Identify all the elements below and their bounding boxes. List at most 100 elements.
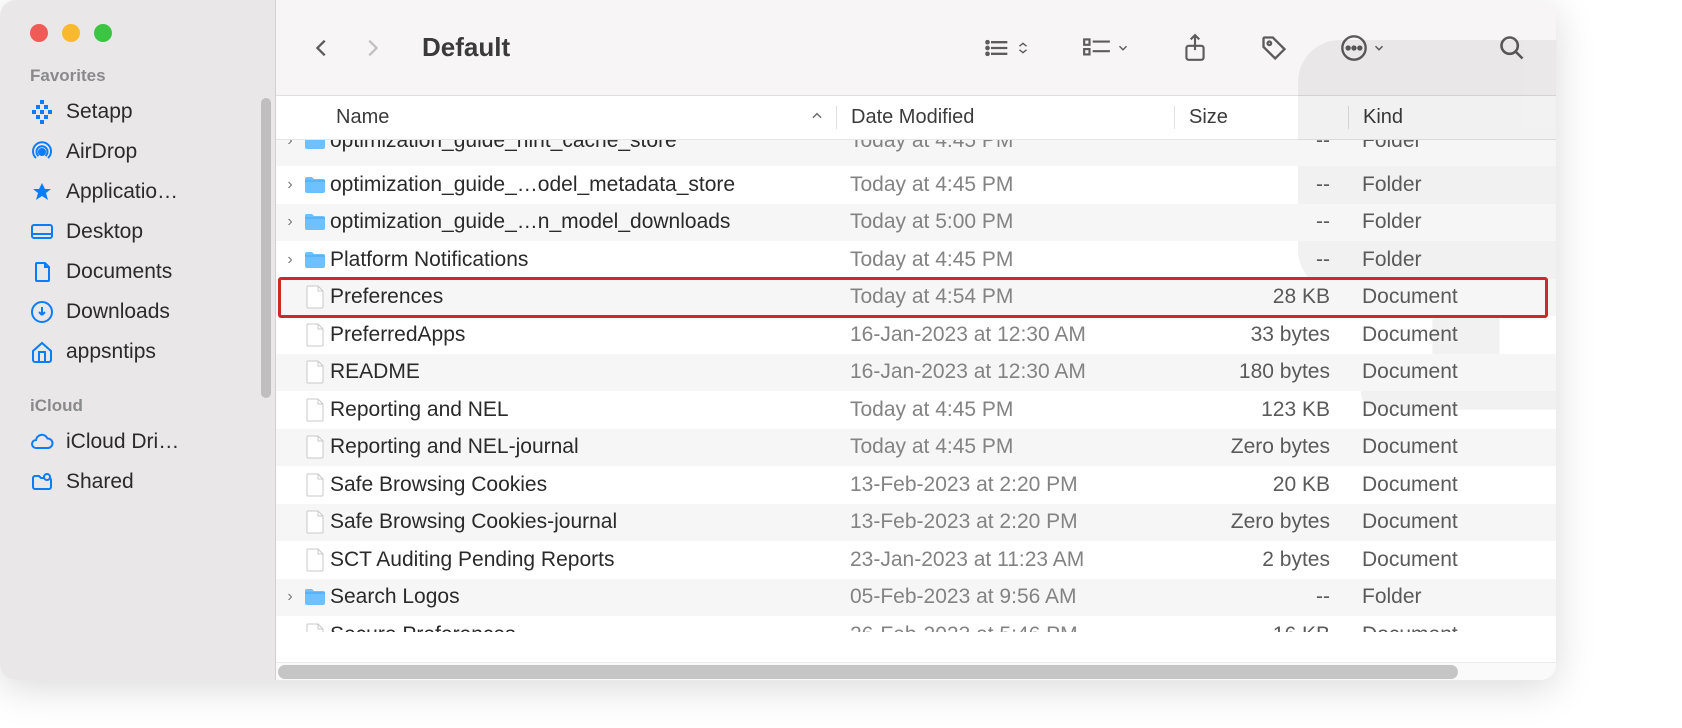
view-list-button[interactable] xyxy=(984,34,1030,62)
file-name: Safe Browsing Cookies xyxy=(330,473,836,497)
column-name[interactable]: Name xyxy=(336,106,836,129)
file-row[interactable]: ›Search Logos05-Feb-2023 at 9:56 AM--Fol… xyxy=(276,579,1556,617)
file-date: Today at 4:45 PM xyxy=(836,435,1174,459)
sidebar-item-desktop[interactable]: Desktop xyxy=(0,212,265,252)
file-row[interactable]: README16-Jan-2023 at 12:30 AM180 bytesDo… xyxy=(276,354,1556,392)
scrollbar-thumb[interactable] xyxy=(278,665,1458,679)
document-icon xyxy=(300,323,330,347)
sidebar-item-label: Applicatio… xyxy=(66,180,265,204)
disclosure-triangle[interactable]: › xyxy=(280,251,300,269)
desktop-icon xyxy=(30,220,54,244)
file-size: 20 KB xyxy=(1174,473,1348,497)
group-button[interactable] xyxy=(1082,34,1130,62)
disclosure-triangle[interactable]: › xyxy=(280,213,300,231)
document-icon xyxy=(300,360,330,384)
file-name: Reporting and NEL-journal xyxy=(330,435,836,459)
window-title: Default xyxy=(422,32,966,63)
tag-button[interactable] xyxy=(1260,34,1288,62)
sidebar-item-documents[interactable]: Documents xyxy=(0,252,265,292)
file-size: 28 KB xyxy=(1174,285,1348,309)
sidebar-item-airdrop[interactable]: AirDrop xyxy=(0,132,265,172)
disclosure-triangle[interactable]: › xyxy=(280,140,300,150)
back-button[interactable] xyxy=(306,32,338,64)
file-size: 16 KB xyxy=(1174,623,1348,632)
column-date[interactable]: Date Modified xyxy=(836,106,1174,129)
more-button[interactable] xyxy=(1340,34,1386,62)
sidebar: Favorites Setapp AirDrop Applicatio… xyxy=(0,0,276,680)
sidebar-item-label: Desktop xyxy=(66,220,265,244)
file-date: Today at 5:00 PM xyxy=(836,210,1174,234)
toolbar: Default xyxy=(276,0,1556,96)
file-date: Today at 4:45 PM xyxy=(836,398,1174,422)
folder-icon xyxy=(300,250,330,270)
document-icon xyxy=(300,398,330,422)
shared-icon xyxy=(30,470,54,494)
disclosure-triangle[interactable]: › xyxy=(280,176,300,194)
file-row[interactable]: Secure Preferences26-Feb-2023 at 5:46 PM… xyxy=(276,616,1556,632)
share-button[interactable] xyxy=(1182,33,1208,63)
close-button[interactable] xyxy=(30,24,48,42)
downloads-icon xyxy=(30,300,54,324)
sidebar-item-downloads[interactable]: Downloads xyxy=(0,292,265,332)
document-icon xyxy=(300,510,330,534)
document-icon xyxy=(300,623,330,632)
file-row[interactable]: ›optimization_guide_hint_cache_storeToda… xyxy=(276,140,1556,166)
sidebar-item-label: AirDrop xyxy=(66,140,265,164)
sidebar-list-icloud: iCloud Dri… Shared xyxy=(0,422,275,502)
file-date: 26-Feb-2023 at 5:46 PM xyxy=(836,623,1174,632)
search-button[interactable] xyxy=(1498,34,1526,62)
file-name: optimization_guide_…odel_metadata_store xyxy=(330,173,836,197)
document-icon xyxy=(300,435,330,459)
file-date: Today at 4:45 PM xyxy=(836,173,1174,197)
file-row[interactable]: › optimization_guide_…odel_metadata_store… xyxy=(276,166,1556,204)
icloud-icon xyxy=(30,430,54,454)
forward-button[interactable] xyxy=(356,32,388,64)
folder-icon xyxy=(300,587,330,607)
file-row[interactable]: Reporting and NEL-journalToday at 4:45 P… xyxy=(276,429,1556,467)
file-kind: Document xyxy=(1348,323,1556,347)
file-kind: Folder xyxy=(1348,248,1556,272)
column-kind[interactable]: Kind xyxy=(1348,106,1556,129)
horizontal-scrollbar[interactable] xyxy=(276,662,1556,680)
main-panel: Default xyxy=(276,0,1556,680)
setapp-icon xyxy=(30,100,54,124)
column-size[interactable]: Size xyxy=(1174,106,1348,129)
disclosure-triangle[interactable]: › xyxy=(280,588,300,606)
file-kind: Document xyxy=(1348,435,1556,459)
file-date: Today at 4:54 PM xyxy=(836,285,1174,309)
minimize-button[interactable] xyxy=(62,24,80,42)
file-row[interactable]: SCT Auditing Pending Reports23-Jan-2023 … xyxy=(276,541,1556,579)
file-row[interactable]: Safe Browsing Cookies-journal13-Feb-2023… xyxy=(276,504,1556,542)
column-header: Name Date Modified Size Kind xyxy=(276,96,1556,140)
file-name: README xyxy=(330,360,836,384)
file-kind: Folder xyxy=(1348,585,1556,609)
file-list: ›optimization_guide_hint_cache_storeToda… xyxy=(276,140,1556,632)
column-name-label: Name xyxy=(336,106,389,129)
documents-icon xyxy=(30,260,54,284)
sidebar-item-icloud-drive[interactable]: iCloud Dri… xyxy=(0,422,265,462)
sidebar-item-label: Shared xyxy=(66,470,265,494)
file-name: Reporting and NEL xyxy=(330,398,836,422)
sidebar-item-shared[interactable]: Shared xyxy=(0,462,265,502)
file-row[interactable]: PreferencesToday at 4:54 PM28 KBDocument xyxy=(276,279,1556,317)
file-size: -- xyxy=(1174,248,1348,272)
window-controls xyxy=(0,0,275,42)
file-kind: Document xyxy=(1348,360,1556,384)
sidebar-item-home[interactable]: appsntips xyxy=(0,332,265,372)
applications-icon xyxy=(30,180,54,204)
sidebar-scrollbar[interactable] xyxy=(261,98,271,398)
sidebar-item-label: Setapp xyxy=(66,100,265,124)
file-size: Zero bytes xyxy=(1174,435,1348,459)
file-row[interactable]: ›Platform NotificationsToday at 4:45 PM-… xyxy=(276,241,1556,279)
file-row[interactable]: › optimization_guide_…n_model_downloadsTo… xyxy=(276,204,1556,242)
file-row[interactable]: Reporting and NELToday at 4:45 PM123 KBD… xyxy=(276,391,1556,429)
file-size: 180 bytes xyxy=(1174,360,1348,384)
file-name: optimization_guide_…n_model_downloads xyxy=(330,210,836,234)
file-row[interactable]: Safe Browsing Cookies13-Feb-2023 at 2:20… xyxy=(276,466,1556,504)
maximize-button[interactable] xyxy=(94,24,112,42)
file-kind: Folder xyxy=(1348,210,1556,234)
sidebar-item-applications[interactable]: Applicatio… xyxy=(0,172,265,212)
file-size: -- xyxy=(1174,140,1348,153)
file-row[interactable]: PreferredApps16-Jan-2023 at 12:30 AM33 b… xyxy=(276,316,1556,354)
sidebar-item-setapp[interactable]: Setapp xyxy=(0,92,265,132)
